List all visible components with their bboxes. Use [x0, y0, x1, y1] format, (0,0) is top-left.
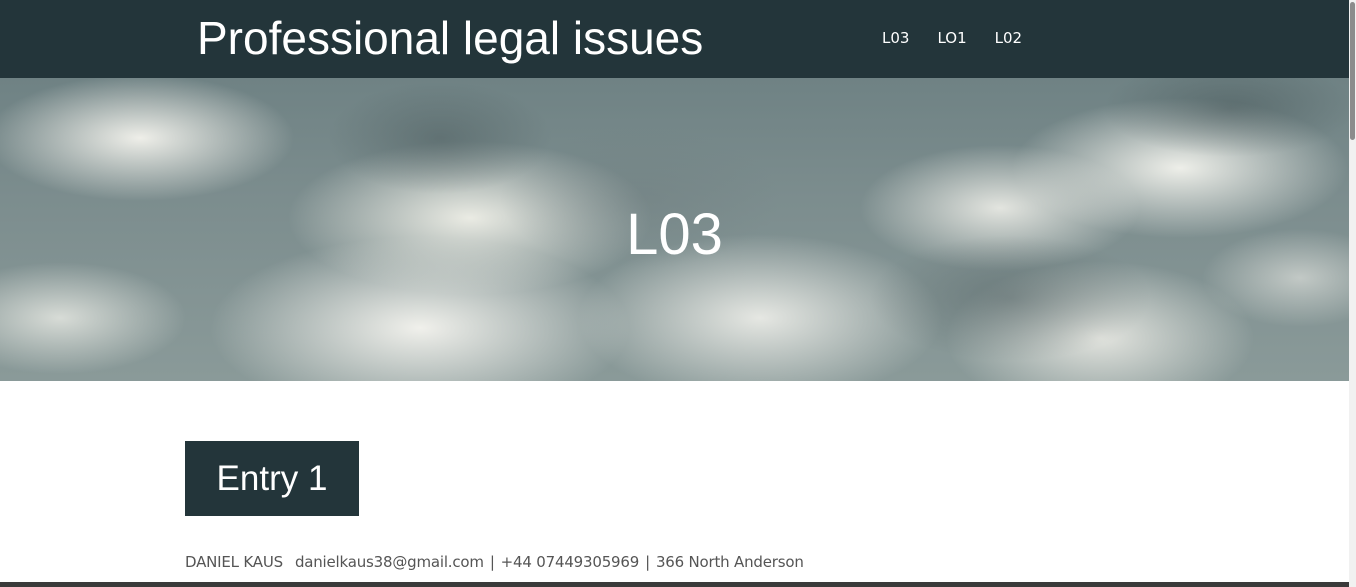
vertical-scrollbar[interactable]	[1349, 0, 1356, 587]
hero-banner: L03	[0, 78, 1349, 381]
nav-item-l03[interactable]: L03	[868, 26, 923, 50]
separator: |	[489, 553, 495, 571]
contact-phone[interactable]: +44 07449305969	[501, 553, 640, 571]
entry-badge: Entry 1	[185, 441, 359, 516]
bottom-edge	[0, 582, 1349, 587]
contact-line: DANIEL KAUS danielkaus38@gmail.com | +44 07…	[185, 551, 804, 573]
contact-address: 366 North Anderson	[655, 553, 804, 571]
main-nav: L03 LO1 L02	[868, 26, 1036, 50]
scrollbar-thumb[interactable]	[1350, 2, 1355, 140]
page: Professional legal issues L03 LO1 L02 L0…	[0, 0, 1356, 587]
separator: |	[645, 553, 650, 571]
hero-title: L03	[626, 202, 723, 267]
nav-item-lo1[interactable]: LO1	[923, 26, 980, 50]
contact-email[interactable]: danielkaus38@gmail.com	[295, 553, 484, 571]
entry-title: Entry 1	[216, 458, 328, 498]
site-header: Professional legal issues L03 LO1 L02	[0, 0, 1349, 78]
site-title[interactable]: Professional legal issues	[197, 10, 703, 66]
nav-item-l02[interactable]: L02	[981, 26, 1036, 50]
contact-name: DANIEL KAUS	[185, 553, 283, 571]
